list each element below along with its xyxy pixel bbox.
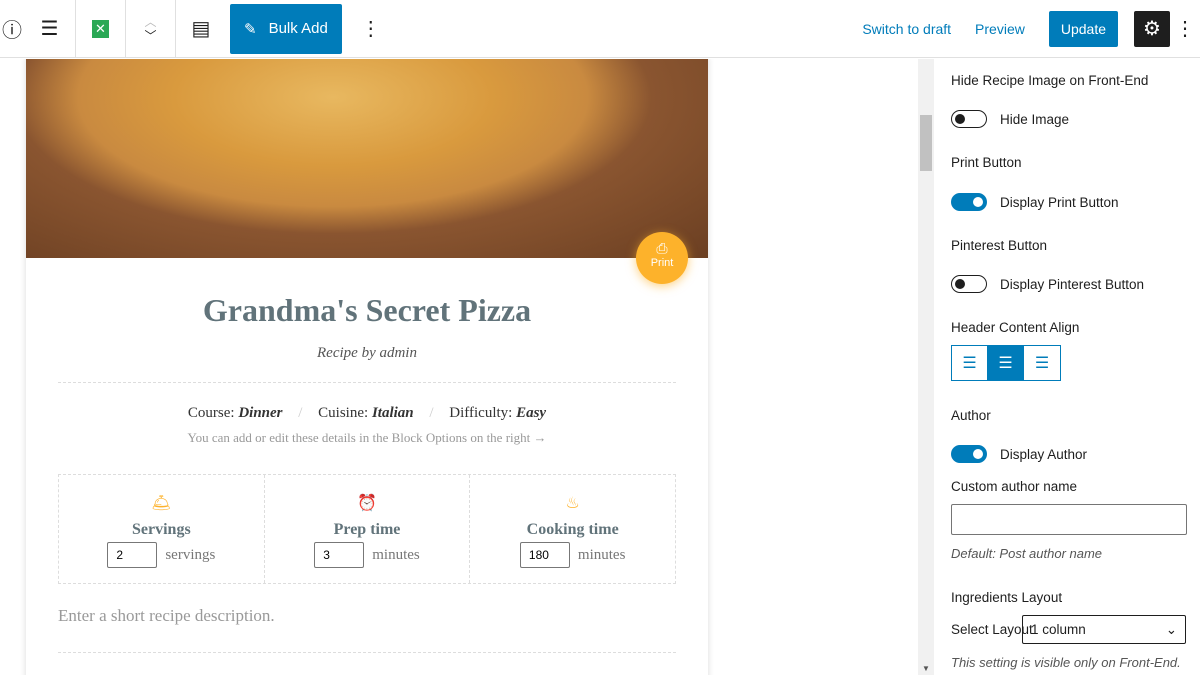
info-icon[interactable]: ⓘ	[0, 0, 24, 58]
settings-gear-icon[interactable]: ⚙	[1134, 10, 1170, 47]
block-settings-sidebar: Hide Recipe Image on Front-End Hide Imag…	[934, 59, 1200, 675]
recipe-card: ⎙ Print Grandma's Secret Pizza Recipe by …	[26, 59, 708, 675]
align-right-button[interactable]: ☰	[1024, 346, 1060, 380]
prep-time-cell: ⏰ Prep time minutes	[265, 475, 471, 583]
toggle-switch[interactable]	[951, 193, 987, 211]
cooking-pot-icon: ♨	[565, 495, 580, 512]
cuisine-value: Italian	[371, 405, 414, 421]
divider	[58, 652, 676, 653]
editor-canvas: ⎙ Print Grandma's Secret Pizza Recipe by …	[0, 59, 918, 675]
recipe-block-icon[interactable]: ✕	[76, 0, 126, 58]
course-value: Dinner	[238, 405, 283, 421]
serving-cloche-icon: 🛎	[151, 495, 172, 512]
servings-cell: 🛎 Servings servings	[59, 475, 265, 583]
update-button[interactable]: Update	[1048, 10, 1118, 47]
printer-icon: ⎙	[656, 240, 668, 256]
toggle-switch[interactable]	[951, 110, 987, 128]
switch-to-draft-link[interactable]: Switch to draft	[862, 21, 951, 37]
pencil-icon: ✎	[244, 20, 257, 38]
canvas-scrollbar[interactable]: ▼	[918, 59, 934, 675]
recipe-meta: Course: Dinner / Cuisine: Italian / Diff…	[187, 405, 547, 421]
recipe-title[interactable]: Grandma's Secret Pizza	[26, 292, 708, 329]
align-left-button[interactable]: ☰	[952, 346, 988, 380]
more-options-icon[interactable]: ⋮	[346, 0, 396, 58]
alarm-clock-icon: ⏰	[357, 495, 377, 512]
details-hint: You can add or edit these details in the…	[187, 430, 547, 445]
prep-time-input[interactable]	[314, 542, 365, 568]
hide-image-toggle[interactable]: Hide Image	[951, 110, 1069, 128]
align-block-icon[interactable]: ▤	[176, 0, 226, 58]
servings-input[interactable]	[107, 542, 158, 568]
divider	[58, 382, 676, 383]
chevron-down-icon: ⌄	[1165, 622, 1177, 637]
header-align-group: ☰ ☰ ☰	[951, 345, 1061, 381]
toggle-switch[interactable]	[951, 445, 987, 463]
preview-link[interactable]: Preview	[975, 21, 1025, 37]
align-center-button[interactable]: ☰	[988, 346, 1024, 380]
scroll-down-arrow-icon[interactable]: ▼	[922, 664, 930, 673]
recipe-byline: Recipe by admin	[317, 345, 417, 361]
pinterest-button-toggle[interactable]: Display Pinterest Button	[951, 275, 1144, 293]
recipe-details-grid: 🛎 Servings servings ⏰ Prep time minutes …	[58, 474, 676, 584]
cooking-time-input[interactable]	[519, 542, 570, 568]
editor-toolbar: ⓘ ☰ ✕ ︿ ﹀ ▤ ✎ Bulk Add ⋮ Switch to draft P…	[0, 0, 1200, 58]
difficulty-value: Easy	[516, 405, 547, 421]
layout-select[interactable]: 1 column ⌄	[1022, 615, 1186, 644]
list-view-icon[interactable]: ☰	[24, 0, 76, 58]
move-block-arrows[interactable]: ︿ ﹀	[126, 0, 176, 58]
options-menu-icon[interactable]: ⋮	[1170, 0, 1200, 58]
bulk-add-button[interactable]: ✎ Bulk Add	[230, 3, 342, 54]
custom-author-input[interactable]	[951, 504, 1187, 535]
print-button[interactable]: ⎙ Print	[636, 232, 688, 284]
toggle-switch[interactable]	[951, 275, 987, 293]
cooking-time-cell: ♨ Cooking time minutes	[470, 475, 675, 583]
print-button-toggle[interactable]: Display Print Button	[951, 193, 1119, 211]
scrollbar-thumb[interactable]	[920, 115, 932, 171]
recipe-image	[26, 59, 708, 258]
description-input[interactable]: Enter a short recipe description.	[58, 606, 676, 626]
display-author-toggle[interactable]: Display Author	[951, 445, 1087, 463]
